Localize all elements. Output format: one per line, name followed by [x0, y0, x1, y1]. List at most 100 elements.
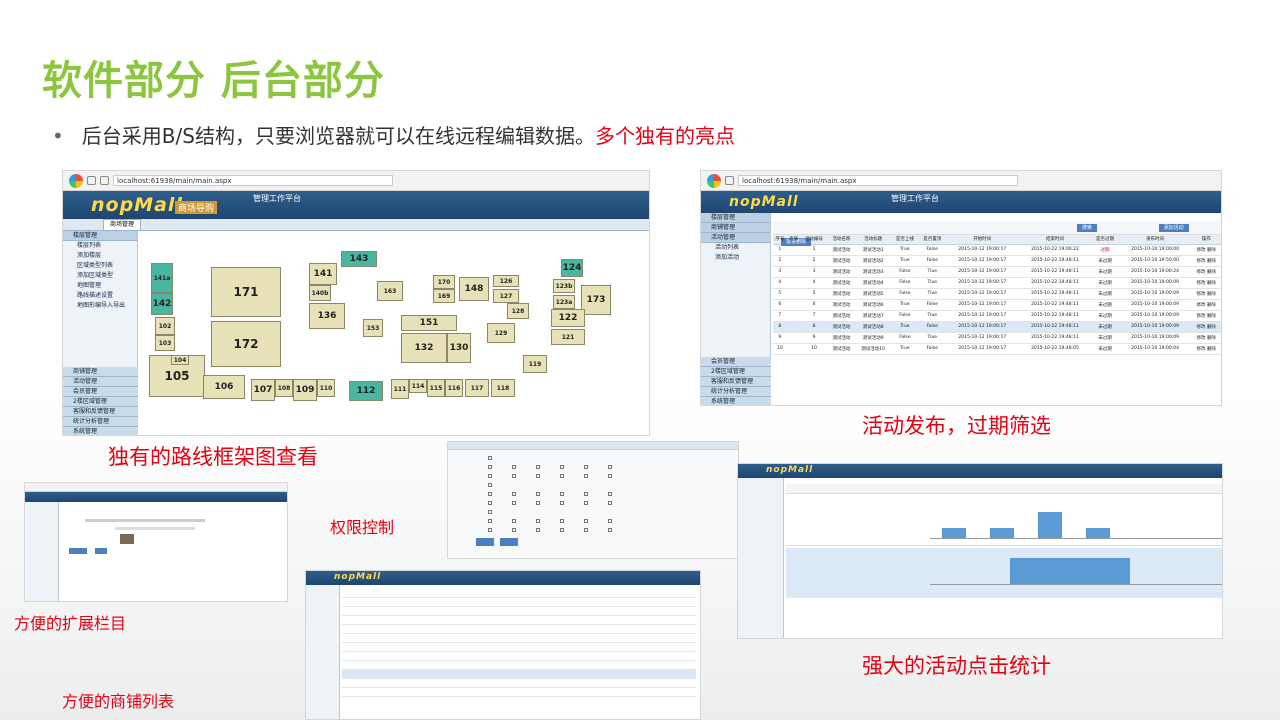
sidebar-section[interactable]: 2楼区域管理 — [701, 367, 771, 377]
room-115[interactable]: 115 — [427, 379, 445, 397]
room-124[interactable]: 124 — [561, 259, 583, 277]
shop-row[interactable] — [342, 670, 696, 679]
shop-row[interactable] — [342, 625, 696, 634]
room-153[interactable]: 153 — [363, 319, 383, 337]
permission-checkbox[interactable] — [560, 465, 564, 469]
room-141[interactable]: 141 — [309, 263, 337, 285]
permission-checkbox[interactable] — [584, 474, 588, 478]
room-107[interactable]: 107 — [251, 379, 275, 401]
room-132[interactable]: 132 — [401, 333, 447, 363]
permission-checkbox[interactable] — [608, 465, 612, 469]
shop-row[interactable] — [342, 652, 696, 661]
room-173[interactable]: 173 — [581, 285, 611, 315]
permission-checkbox[interactable] — [488, 465, 492, 469]
shop-row[interactable] — [342, 643, 696, 652]
room-123a[interactable]: 123a — [553, 295, 575, 309]
table-row[interactable]: 9 9 测试活动 测试活动9 False True 2015-10-12 19:00:17 2… — [773, 332, 1221, 344]
room-148[interactable]: 148 — [459, 277, 489, 301]
permission-checkbox[interactable] — [488, 474, 492, 478]
permission-checkbox[interactable] — [608, 501, 612, 505]
sidebar-item[interactable]: 路线描述设置 — [63, 291, 137, 301]
room-141a[interactable]: 141a — [151, 263, 173, 293]
permission-back-button[interactable] — [500, 538, 518, 546]
room-172[interactable]: 172 — [211, 321, 281, 367]
room-122[interactable]: 122 — [551, 309, 585, 327]
table-cell[interactable] — [786, 299, 801, 311]
shop-row[interactable] — [342, 598, 696, 607]
add-activity-button[interactable]: 添加活动 — [1158, 224, 1189, 232]
sidebar-item[interactable]: 楼层管理 — [701, 213, 770, 223]
floor-map[interactable]: 141a 142 143 124 171 141 140b 136 163 170 169 148 12… — [141, 245, 647, 427]
table-cell[interactable]: 修改 删除 — [1191, 277, 1221, 289]
sidebar-section[interactable]: 客服和反馈管理 — [63, 407, 138, 417]
permission-checkbox[interactable] — [608, 492, 612, 496]
permission-checkbox[interactable] — [536, 492, 540, 496]
table-row[interactable]: 1 1 测试活动 测试活动1 True False 2015-10-12 19:00:17 2… — [773, 244, 1221, 256]
room-104[interactable]: 104 — [171, 355, 189, 365]
permission-checkbox[interactable] — [488, 483, 492, 487]
room-130[interactable]: 130 — [447, 333, 471, 363]
search-button[interactable]: 搜索 — [1077, 224, 1098, 232]
room-110[interactable]: 110 — [317, 379, 335, 397]
permission-checkbox[interactable] — [560, 492, 564, 496]
table-cell[interactable]: 修改 删除 — [1191, 299, 1221, 311]
permission-checkbox[interactable] — [536, 474, 540, 478]
sidebar-item[interactable]: 楼层列表 — [63, 241, 137, 251]
permission-checkbox[interactable] — [608, 528, 612, 532]
back-icon[interactable] — [87, 176, 96, 185]
permission-checkbox[interactable] — [584, 528, 588, 532]
table-cell[interactable]: 修改 删除 — [1191, 255, 1221, 267]
extension-save-button[interactable] — [69, 548, 87, 554]
sidebar-item[interactable]: 活动列表 — [701, 243, 770, 253]
permission-checkbox[interactable] — [560, 528, 564, 532]
permission-checkbox[interactable] — [488, 510, 492, 514]
sidebar-section[interactable]: 统计分析管理 — [63, 417, 138, 427]
shop-row[interactable] — [342, 616, 696, 625]
sidebar-item[interactable]: 添加区域类型 — [63, 271, 137, 281]
sidebar-section[interactable]: 商铺管理 — [63, 367, 138, 377]
table-cell[interactable] — [786, 332, 801, 344]
room-163[interactable]: 163 — [377, 281, 403, 301]
room-119[interactable]: 119 — [523, 355, 547, 373]
permission-checkbox[interactable] — [560, 519, 564, 523]
permission-checkbox[interactable] — [608, 474, 612, 478]
url-field[interactable]: localhost:61938/main/main.aspx — [113, 175, 393, 186]
room-106[interactable]: 106 — [203, 375, 245, 399]
table-cell[interactable] — [786, 310, 801, 322]
permission-checkbox[interactable] — [512, 474, 516, 478]
table-cell[interactable]: 修改 删除 — [1191, 332, 1221, 344]
table-cell[interactable]: 修改 删除 — [1191, 244, 1221, 256]
sidebar-section[interactable]: 活动管理 — [63, 377, 138, 387]
room-103[interactable]: 103 — [155, 335, 175, 351]
shop-row[interactable] — [342, 679, 696, 688]
room-136[interactable]: 136 — [309, 303, 345, 329]
permission-checkbox[interactable] — [536, 501, 540, 505]
table-cell[interactable] — [786, 266, 801, 278]
permission-checkbox[interactable] — [512, 528, 516, 532]
room-143[interactable]: 143 — [341, 251, 377, 267]
tab-mall[interactable]: 商场管理 — [103, 219, 142, 231]
room-109[interactable]: 109 — [293, 379, 317, 401]
room-117[interactable]: 117 — [465, 379, 489, 397]
sidebar-section[interactable]: 统计分析管理 — [701, 387, 771, 397]
permission-checkbox[interactable] — [488, 501, 492, 505]
table-cell[interactable]: 修改 删除 — [1191, 343, 1221, 355]
table-row[interactable]: 8 8 测试活动 测试活动8 True False 2015-10-12 19:00:17 2… — [773, 321, 1221, 333]
shop-row[interactable] — [342, 589, 696, 598]
table-cell[interactable] — [786, 277, 801, 289]
table-row[interactable]: 5 5 测试活动 测试活动5 False True 2015-10-12 19:00:17 2… — [773, 288, 1221, 300]
permission-checkbox[interactable] — [488, 456, 492, 460]
room-170[interactable]: 170 — [433, 275, 455, 289]
room-128[interactable]: 128 — [507, 303, 529, 319]
table-row[interactable]: 2 2 测试活动 测试活动2 True False 2015-10-12 19:00:17 2… — [773, 255, 1221, 267]
shop-row[interactable] — [342, 688, 696, 697]
table-cell[interactable] — [786, 321, 801, 333]
sidebar-section[interactable]: 客服和反馈管理 — [701, 377, 771, 387]
sidebar-head[interactable]: 楼层管理 — [63, 231, 137, 241]
permission-checkbox[interactable] — [488, 492, 492, 496]
permission-checkbox[interactable] — [560, 474, 564, 478]
shop-row[interactable] — [342, 607, 696, 616]
sidebar-item[interactable]: 添加楼层 — [63, 251, 137, 261]
shop-row[interactable] — [342, 634, 696, 643]
permission-checkbox[interactable] — [536, 519, 540, 523]
